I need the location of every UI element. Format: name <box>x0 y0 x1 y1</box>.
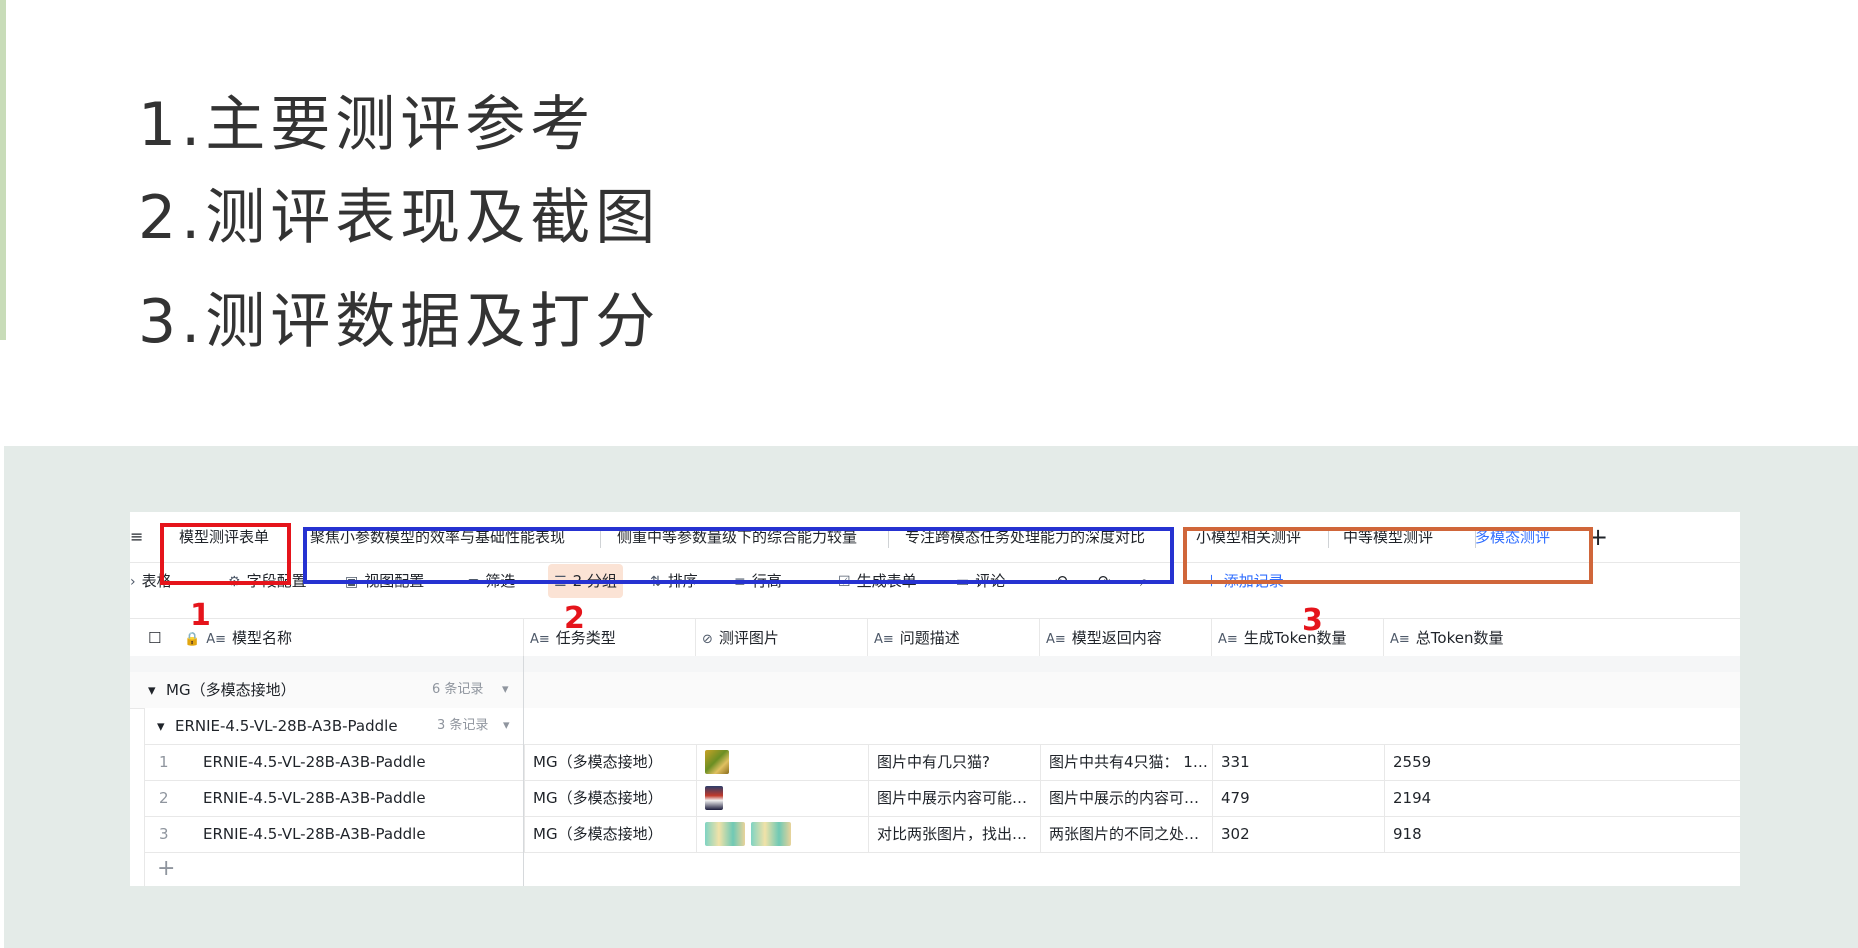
annotation-box-orange <box>1183 527 1593 584</box>
annotation-box-red <box>160 523 291 585</box>
text-field-icon: A≡ <box>530 632 550 647</box>
cell-images[interactable] <box>696 816 868 852</box>
column-label: 生成Token数量 <box>1243 629 1347 647</box>
column-header[interactable]: ⊘ 测评图片 <box>695 619 867 657</box>
row-index: 1 <box>159 753 169 771</box>
text-field-icon: A≡ <box>1390 632 1410 647</box>
cell-answer[interactable]: 图片中展示的内容可能... <box>1040 780 1212 816</box>
cell-question[interactable]: 对比两张图片，找出它... <box>868 816 1040 852</box>
heading-3: 3.测评数据及打分 <box>138 287 661 357</box>
column-header[interactable]: A≡ 模型返回内容 <box>1039 619 1211 657</box>
cell-gen-tokens[interactable]: 479 <box>1212 780 1384 816</box>
cell-total-tokens[interactable]: 2194 <box>1384 780 1740 816</box>
image-thumbnail[interactable] <box>705 750 729 774</box>
column-label: 测评图片 <box>718 629 779 647</box>
cell-task[interactable]: MG（多模态接地） <box>524 744 696 780</box>
column-label: 总Token数量 <box>1415 629 1504 647</box>
header-gap <box>130 656 1740 672</box>
cell-question[interactable]: 图片中有几只猫? <box>868 744 1040 780</box>
menu-icon[interactable]: ≡ <box>130 512 143 562</box>
add-row-button[interactable]: + <box>144 852 1740 886</box>
group-row-task[interactable]: ▾ MG（多模态接地） 6 条记录 ▾ <box>130 672 1740 709</box>
row-index: 3 <box>159 825 169 843</box>
cell-total-tokens[interactable]: 2559 <box>1384 744 1740 780</box>
column-header[interactable]: A≡ 生成Token数量 <box>1211 619 1383 657</box>
cell-model[interactable]: ERNIE-4.5-VL-28B-A3B-Paddle <box>195 816 524 852</box>
table-row[interactable]: 3 ERNIE-4.5-VL-28B-A3B-Paddle MG（多模态接地） … <box>144 816 1740 853</box>
text-field-icon: A≡ <box>874 632 894 647</box>
group-menu-caret-icon[interactable]: ▾ <box>502 672 509 708</box>
annotation-number-3: 3 <box>1302 603 1323 638</box>
cell-task[interactable]: MG（多模态接地） <box>524 780 696 816</box>
select-all-checkbox[interactable]: ☐ <box>130 619 178 657</box>
row-index: 2 <box>159 789 169 807</box>
column-header[interactable]: A≡ 总Token数量 <box>1383 619 1555 657</box>
cell-answer[interactable]: 图片中共有4只猫： 1. ... <box>1040 744 1212 780</box>
cell-gen-tokens[interactable]: 302 <box>1212 816 1384 852</box>
group-row-model[interactable]: ▾ ERNIE-4.5-VL-28B-A3B-Paddle 3 条记录 ▾ <box>144 708 1740 745</box>
cell-question[interactable]: 图片中展示内容可能发... <box>868 780 1040 816</box>
column-header[interactable]: A≡ 任务类型 <box>523 619 695 657</box>
table-row[interactable]: 2 ERNIE-4.5-VL-28B-A3B-Paddle MG（多模态接地） … <box>144 780 1740 817</box>
table-header: ☐ 🔒 A≡ 模型名称 A≡ 任务类型 ⊘ 测评图片 A≡ 问题描述 A≡ 模型返回内容 A… <box>130 618 1740 658</box>
column-label: 模型名称 <box>231 629 292 647</box>
annotation-number-1: 1 <box>190 598 211 633</box>
group-label: MG（多模态接地） <box>166 681 296 699</box>
group-menu-caret-icon[interactable]: ▾ <box>503 708 510 744</box>
image-thumbnail[interactable] <box>705 786 723 810</box>
image-thumbnail[interactable] <box>751 822 791 846</box>
cell-total-tokens[interactable]: 918 <box>1384 816 1740 852</box>
annotation-box-blue <box>303 527 1174 584</box>
column-label: 问题描述 <box>899 629 960 647</box>
text-field-icon: A≡ <box>206 632 226 647</box>
annotation-number-2: 2 <box>564 601 585 636</box>
cell-answer[interactable]: 两张图片的不同之处在... <box>1040 816 1212 852</box>
cell-task[interactable]: MG（多模态接地） <box>524 816 696 852</box>
chevron-right-icon: › <box>130 574 136 590</box>
group-count: 3 条记录 <box>437 718 489 733</box>
plus-icon: + <box>157 856 176 881</box>
lock-icon: 🔒 <box>184 632 201 647</box>
image-thumbnail[interactable] <box>705 822 745 846</box>
column-label: 模型返回内容 <box>1071 629 1162 647</box>
cell-gen-tokens[interactable]: 331 <box>1212 744 1384 780</box>
column-header[interactable]: 🔒 A≡ 模型名称 <box>178 619 523 657</box>
expand-caret-icon[interactable]: ▾ <box>157 708 165 744</box>
heading-2: 2.测评表现及截图 <box>138 183 661 253</box>
attachment-icon: ⊘ <box>702 632 713 647</box>
cell-model[interactable]: ERNIE-4.5-VL-28B-A3B-Paddle <box>195 744 524 780</box>
table-row[interactable]: 1 ERNIE-4.5-VL-28B-A3B-Paddle MG（多模态接地） … <box>144 744 1740 781</box>
expand-caret-icon[interactable]: ▾ <box>148 672 156 708</box>
group-count: 6 条记录 <box>432 682 484 697</box>
group-label: ERNIE-4.5-VL-28B-A3B-Paddle <box>175 717 398 735</box>
text-field-icon: A≡ <box>1218 632 1238 647</box>
text-field-icon: A≡ <box>1046 632 1066 647</box>
cell-images[interactable] <box>696 780 868 816</box>
column-header[interactable]: A≡ 问题描述 <box>867 619 1039 657</box>
heading-1: 1.主要测评参考 <box>138 90 596 160</box>
cell-images[interactable] <box>696 744 868 780</box>
cell-model[interactable]: ERNIE-4.5-VL-28B-A3B-Paddle <box>195 780 524 816</box>
